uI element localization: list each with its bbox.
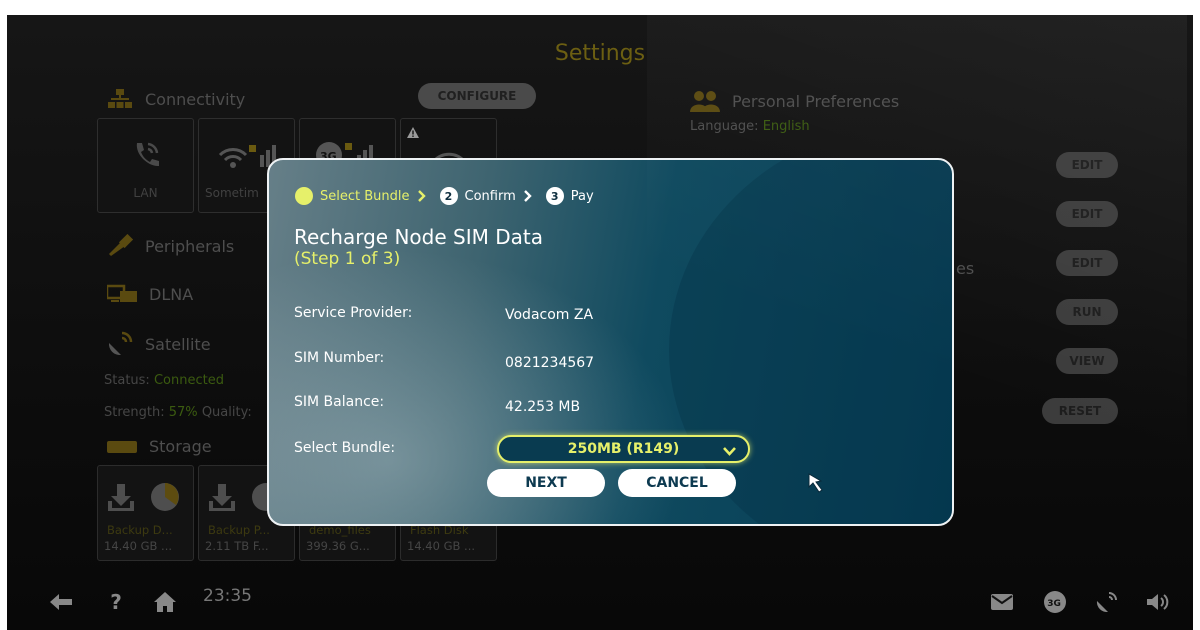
bundle-select[interactable]: 250MB (R149) bbox=[497, 435, 750, 463]
satellite-dish-icon bbox=[107, 331, 133, 357]
chevron-right-icon bbox=[523, 190, 532, 202]
personal-preferences-section-header: Personal Preferences bbox=[690, 90, 899, 112]
storage-size: 14.40 GB ... bbox=[104, 539, 173, 553]
cancel-button[interactable]: CANCEL bbox=[618, 469, 736, 497]
personal-preferences-label: Personal Preferences bbox=[732, 91, 900, 111]
warning-icon bbox=[407, 123, 419, 142]
edit-button[interactable]: EDIT bbox=[1056, 201, 1118, 227]
step-label: Select Bundle bbox=[320, 188, 410, 204]
mouse-cursor-icon bbox=[807, 472, 829, 498]
usb-plug-icon bbox=[107, 234, 133, 258]
page-title: Settings bbox=[554, 41, 646, 66]
dlna-label: DLNA bbox=[149, 284, 194, 304]
step-number: 1 bbox=[295, 187, 313, 205]
svg-text:3G: 3G bbox=[1047, 599, 1061, 609]
chevron-right-icon bbox=[417, 190, 426, 202]
connectivity-label: Connectivity bbox=[145, 89, 246, 109]
step-label: Pay bbox=[570, 188, 594, 204]
service-provider-label: Service Provider: bbox=[294, 305, 413, 321]
step-number: 2 bbox=[439, 187, 458, 205]
storage-size: 14.40 GB ... bbox=[407, 539, 476, 553]
dialog-title: Recharge Node SIM Data bbox=[294, 225, 543, 249]
download-drive-icon bbox=[207, 484, 237, 516]
recharge-dialog: 1 Select Bundle 2 Confirm 3 Pay Recharge… bbox=[267, 158, 954, 526]
partial-label: es bbox=[956, 259, 975, 278]
select-bundle-label: Select Bundle: bbox=[294, 440, 396, 456]
language-value: English bbox=[762, 119, 810, 134]
step-pay: 3 Pay bbox=[545, 187, 594, 205]
peripherals-label: Peripherals bbox=[145, 236, 235, 256]
run-button[interactable]: RUN bbox=[1056, 299, 1118, 325]
connectivity-section-header: Connectivity bbox=[107, 89, 245, 109]
status-label: Status: bbox=[104, 373, 150, 388]
status-value: Connected bbox=[153, 373, 224, 388]
bundle-selected-value: 250MB (R149) bbox=[567, 441, 680, 457]
strength-value: 57% bbox=[168, 405, 198, 420]
view-button[interactable]: VIEW bbox=[1056, 348, 1118, 374]
satellite-section-header: Satellite bbox=[107, 331, 211, 357]
satellite-status: Status: Connected bbox=[104, 373, 224, 388]
storage-section-header: Storage bbox=[107, 437, 212, 456]
storage-name: Backup D... bbox=[107, 523, 173, 537]
back-arrow-icon[interactable] bbox=[49, 590, 73, 614]
settings-screen: Settings Connectivity CONFIGURE LAN Some… bbox=[7, 15, 1193, 630]
service-provider-value: Vodacom ZA bbox=[505, 307, 594, 323]
volume-icon[interactable] bbox=[1147, 590, 1171, 614]
edit-button[interactable]: EDIT bbox=[1056, 250, 1118, 276]
people-icon bbox=[690, 90, 720, 112]
edit-button[interactable]: EDIT bbox=[1056, 152, 1118, 178]
language-line: Language: English bbox=[690, 119, 810, 134]
clock: 23:35 bbox=[203, 586, 252, 606]
bottom-bar: ? 3G bbox=[7, 580, 1193, 630]
sim-balance-label: SIM Balance: bbox=[294, 394, 385, 410]
satellite-icon[interactable] bbox=[1095, 590, 1119, 614]
storage-drive-icon bbox=[107, 439, 137, 455]
help-icon[interactable]: ? bbox=[104, 590, 128, 614]
usage-pie-icon bbox=[150, 482, 180, 516]
sim-number-value: 0821234567 bbox=[505, 355, 595, 371]
step-indicator: 1 Select Bundle 2 Confirm 3 Pay bbox=[295, 187, 594, 205]
dlna-section-header: DLNA bbox=[107, 284, 193, 304]
network-icon bbox=[107, 89, 133, 109]
tile-label: LAN bbox=[133, 186, 158, 200]
storage-label: Storage bbox=[149, 437, 212, 456]
storage-name: Backup P... bbox=[208, 523, 270, 537]
storage-tile[interactable]: Backup D... 14.40 GB ... bbox=[97, 465, 194, 561]
peripherals-section-header: Peripherals bbox=[107, 234, 234, 258]
home-icon[interactable] bbox=[153, 590, 177, 614]
step-select-bundle: 1 Select Bundle bbox=[295, 187, 410, 205]
storage-size: 2.11 TB F... bbox=[205, 539, 269, 553]
step-number: 3 bbox=[545, 187, 564, 205]
3g-icon[interactable]: 3G bbox=[1043, 590, 1067, 614]
storage-size: 399.36 G... bbox=[306, 539, 370, 553]
chevron-down-icon bbox=[723, 444, 736, 460]
dlna-devices-icon bbox=[107, 284, 137, 304]
step-confirm: 2 Confirm bbox=[439, 187, 516, 205]
dialog-subtitle: (Step 1 of 3) bbox=[294, 249, 401, 269]
phone-ethernet-icon bbox=[98, 139, 193, 171]
configure-button[interactable]: CONFIGURE bbox=[418, 83, 536, 109]
sim-number-label: SIM Number: bbox=[294, 350, 385, 366]
next-button[interactable]: NEXT bbox=[487, 469, 605, 497]
connection-tile-lan[interactable]: LAN bbox=[97, 118, 194, 213]
download-drive-icon bbox=[106, 484, 136, 516]
strength-label: Strength: bbox=[104, 405, 165, 420]
reset-button[interactable]: RESET bbox=[1042, 398, 1118, 424]
step-label: Confirm bbox=[464, 188, 516, 204]
language-label: Language: bbox=[690, 119, 759, 134]
quality-label: Quality: bbox=[201, 405, 252, 420]
sim-balance-value: 42.253 MB bbox=[505, 399, 581, 415]
satellite-strength: Strength: 57% Quality: bbox=[104, 405, 252, 420]
mail-icon[interactable] bbox=[990, 590, 1014, 614]
satellite-label: Satellite bbox=[145, 334, 211, 354]
